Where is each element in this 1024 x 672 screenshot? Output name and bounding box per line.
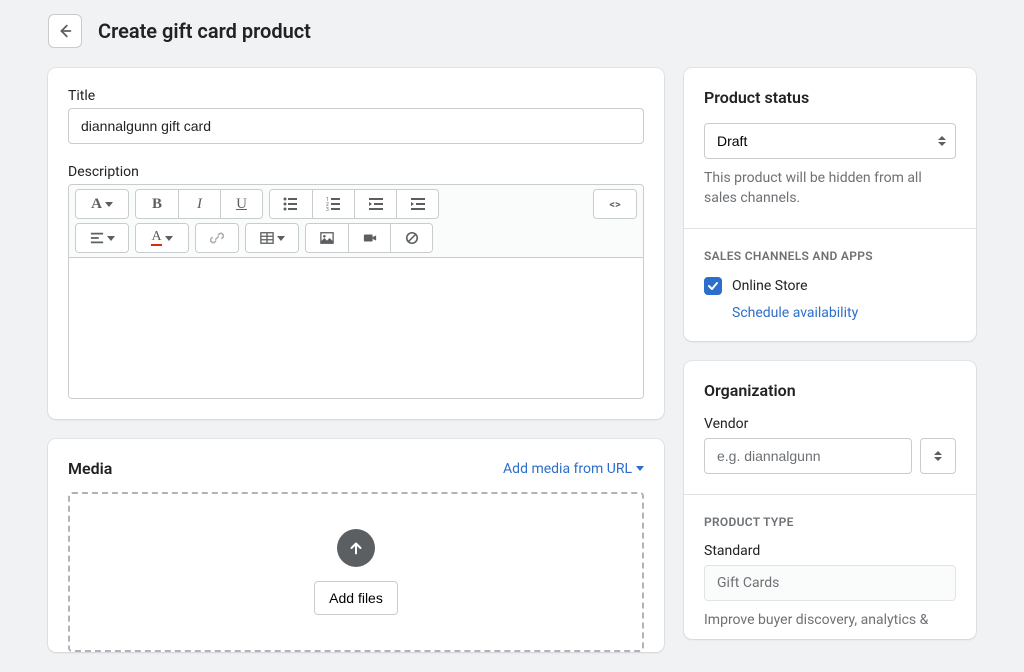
rte-bold[interactable]: B	[136, 190, 178, 218]
title-card: Title Description A	[48, 68, 664, 419]
media-heading: Media	[68, 459, 112, 478]
product-status-card: Product status Draft This product will b…	[684, 68, 976, 341]
title-input[interactable]	[68, 108, 644, 144]
arrow-left-icon	[56, 22, 74, 40]
rte-image[interactable]	[306, 224, 348, 252]
vendor-picker-button[interactable]	[920, 438, 956, 474]
rte-indent[interactable]	[396, 190, 438, 218]
online-store-checkbox[interactable]	[704, 277, 722, 295]
rte-italic[interactable]: I	[178, 190, 220, 218]
rte-table[interactable]	[246, 224, 298, 252]
title-label: Title	[68, 88, 644, 104]
clear-format-icon	[405, 231, 419, 245]
product-status-heading: Product status	[704, 88, 956, 107]
organization-heading: Organization	[704, 381, 956, 400]
rte-text-color[interactable]: A	[136, 224, 188, 252]
description-label: Description	[68, 164, 644, 180]
indent-icon	[410, 196, 426, 212]
vendor-label: Vendor	[704, 416, 956, 432]
select-caret-icon	[934, 451, 942, 461]
image-icon	[320, 231, 334, 245]
rte-toolbar: A B I U	[69, 185, 643, 258]
svg-text:3: 3	[326, 207, 329, 212]
align-left-icon	[90, 231, 104, 245]
rte-video[interactable]	[348, 224, 390, 252]
page-title: Create gift card product	[98, 19, 311, 43]
table-icon	[260, 231, 274, 245]
upload-icon	[337, 529, 375, 567]
rte-numbered-list[interactable]: 123	[312, 190, 354, 218]
standard-type-display[interactable]: Gift Cards	[704, 565, 956, 601]
outdent-icon	[368, 196, 384, 212]
rte-link[interactable]	[196, 224, 238, 252]
rte-html-view[interactable]: <>	[594, 190, 636, 218]
chevron-down-icon	[105, 202, 113, 207]
chevron-down-icon	[107, 236, 115, 241]
add-media-url-link[interactable]: Add media from URL	[503, 461, 644, 477]
media-card: Media Add media from URL Add files	[48, 439, 664, 652]
link-icon	[210, 231, 224, 245]
vendor-input[interactable]	[704, 438, 912, 474]
schedule-availability-link[interactable]: Schedule availability	[732, 305, 956, 321]
online-store-label: Online Store	[732, 278, 808, 294]
rte-underline[interactable]: U	[220, 190, 262, 218]
add-files-button[interactable]: Add files	[314, 581, 398, 615]
standard-label: Standard	[704, 543, 956, 559]
rte-clear-format[interactable]	[390, 224, 432, 252]
rich-text-editor: A B I U	[68, 184, 644, 399]
check-icon	[707, 280, 719, 292]
video-icon	[363, 231, 377, 245]
bullet-list-icon	[283, 196, 299, 212]
product-type-help: Improve buyer discovery, analytics &	[704, 611, 956, 631]
chevron-down-icon	[165, 236, 173, 241]
status-help-text: This product will be hidden from all sal…	[704, 169, 956, 208]
chevron-down-icon	[277, 236, 285, 241]
product-status-select[interactable]: Draft	[704, 123, 956, 159]
page-header: Create gift card product	[48, 14, 976, 48]
description-editor[interactable]	[69, 258, 643, 398]
numbered-list-icon: 123	[326, 196, 342, 212]
back-button[interactable]	[48, 14, 82, 48]
rte-align[interactable]	[76, 224, 128, 252]
rte-bullet-list[interactable]	[270, 190, 312, 218]
rte-outdent[interactable]	[354, 190, 396, 218]
sales-channels-heading: Sales Channels and Apps	[704, 249, 956, 263]
rte-paragraph-style[interactable]: A	[76, 190, 128, 218]
organization-card: Organization Vendor Product Type St	[684, 361, 976, 639]
media-dropzone[interactable]: Add files	[68, 492, 644, 652]
chevron-down-icon	[636, 466, 644, 471]
product-type-heading: Product Type	[704, 515, 956, 529]
